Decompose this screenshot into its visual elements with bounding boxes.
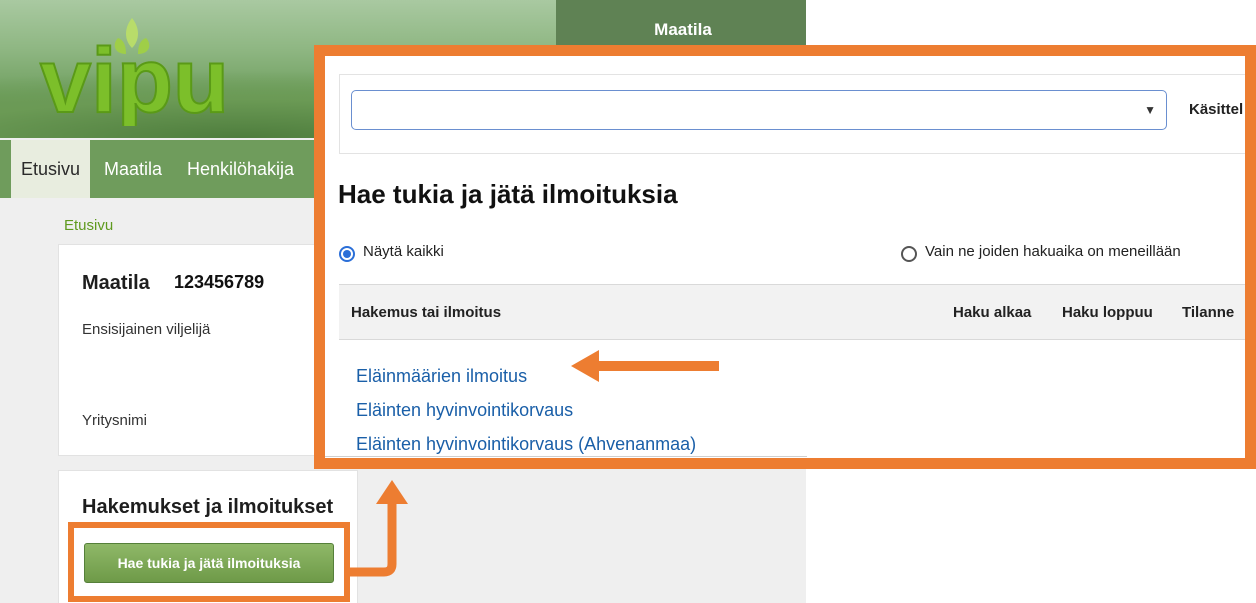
column-header-end[interactable]: Haku loppuu	[1062, 304, 1153, 321]
column-header-application[interactable]: Hakemus tai ilmoitus	[351, 304, 501, 321]
farm-select-dropdown[interactable]: ▼	[351, 90, 1167, 130]
application-link[interactable]: Eläinmäärien ilmoitus	[356, 366, 527, 387]
radio-show-all[interactable]	[339, 246, 355, 262]
button-highlight-box	[68, 522, 350, 602]
column-header-status[interactable]: Tilanne	[1182, 304, 1234, 321]
pointer-arrow-icon	[571, 350, 719, 382]
logo-wordmark: vipu	[40, 30, 229, 126]
company-name-label: Yritysnimi	[82, 412, 148, 429]
breadcrumb[interactable]: Etusivu	[64, 217, 113, 234]
chevron-down-icon[interactable]: ▼	[1144, 103, 1156, 117]
application-link[interactable]: Eläinten hyvinvointikorvaus (Ahvenanmaa)	[356, 434, 696, 455]
zoom-content: ▼ Käsittel Hae tukia ja jätä ilmoituksia…	[325, 56, 1245, 458]
applications-title: Hakemukset ja ilmoitukset	[82, 496, 334, 518]
farm-role-label: Ensisijainen viljelijä	[82, 321, 211, 338]
handler-label: Käsittel	[1189, 101, 1244, 118]
nav-tab-henkilohakija[interactable]: Henkilöhakija	[187, 140, 294, 198]
radio-ongoing-only[interactable]	[901, 246, 917, 262]
radio-ongoing-only-label[interactable]: Vain ne joiden hakuaika on meneillään	[925, 243, 1181, 260]
application-link[interactable]: Eläinten hyvinvointikorvaus	[356, 400, 573, 421]
farm-id-value: 123456789	[174, 272, 265, 292]
radio-show-all-label[interactable]: Näytä kaikki	[363, 243, 444, 260]
annotated-screenshot: vipu Maatila Etusivu Maatila Henkilöhaki…	[0, 0, 1256, 603]
header-context-label: Maatila	[654, 20, 712, 39]
nav-tab-etusivu[interactable]: Etusivu	[11, 140, 91, 198]
farm-card-title: Maatila	[82, 272, 150, 294]
zoom-detail-panel: ▼ Käsittel Hae tukia ja jätä ilmoituksia…	[314, 45, 1256, 469]
vipu-logo[interactable]: vipu	[34, 10, 264, 126]
page-title: Hae tukia ja jätä ilmoituksia	[338, 179, 678, 209]
divider	[325, 456, 807, 457]
connector-arrow-icon	[350, 480, 408, 577]
column-header-start[interactable]: Haku alkaa	[953, 304, 1031, 321]
nav-tab-maatila[interactable]: Maatila	[104, 140, 162, 198]
